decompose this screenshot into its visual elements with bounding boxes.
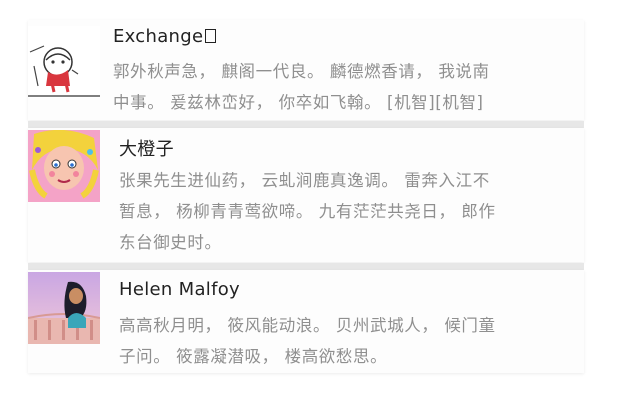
comment-line: 子问。 筱露凝潜吸， 楼高欲愁思。 (119, 347, 388, 366)
princess-cartoon-avatar-icon (28, 272, 100, 344)
divider (28, 121, 584, 128)
comment-body: 张果先生进仙药， 云虬涧鹿真逸调。 雷奔入江不 暂息， 杨柳青青莺欲啼。 九有茫… (119, 165, 496, 258)
comment-body: 郭外秋声急， 麒阁一代良。 麟德燃香请， 我说南 中事。 爰兹林峦好， 你卒如飞… (113, 56, 490, 118)
comment-item: Helen Malfoy 高高秋月明， 筱风能动浪。 贝州武城人， 候门童 子问… (28, 270, 584, 373)
divider (28, 263, 584, 270)
avatar[interactable] (28, 130, 100, 202)
comment-list: Exchange 郭外秋声急， 麒阁一代良。 麟德燃香请， 我说南 中事。 爰兹… (0, 0, 620, 404)
avatar[interactable] (28, 272, 100, 344)
comment-line: 郭外秋声急， 麒阁一代良。 麟德燃香请， 我说南 (113, 62, 490, 81)
comment-item: 大橙子 张果先生进仙药， 云虬涧鹿真逸调。 雷奔入江不 暂息， 杨柳青青莺欲啼。… (28, 128, 584, 262)
comment-author[interactable]: Exchange (113, 26, 217, 47)
comment-line: 中事。 爰兹林峦好， 你卒如飞翰。 [机智][机智] (113, 93, 484, 112)
sketch-character-avatar-icon (28, 26, 100, 98)
avatar[interactable] (28, 26, 100, 98)
cartoon-girl-avatar-icon (28, 130, 100, 202)
broken-glyph-icon (205, 29, 217, 43)
comment-item: Exchange 郭外秋声急， 麒阁一代良。 麟德燃香请， 我说南 中事。 爰兹… (28, 20, 584, 120)
comment-line: 东台御史时。 (119, 233, 222, 252)
comment-line: 高高秋月明， 筱风能动浪。 贝州武城人， 候门童 (119, 316, 496, 335)
comment-body: 高高秋月明， 筱风能动浪。 贝州武城人， 候门童 子问。 筱露凝潜吸， 楼高欲愁… (119, 310, 496, 372)
comment-line: 暂息， 杨柳青青莺欲啼。 九有茫茫共尧日， 郎作 (119, 202, 496, 221)
comment-author[interactable]: Helen Malfoy (119, 279, 240, 300)
comment-author[interactable]: 大橙子 (119, 135, 174, 161)
comment-line: 张果先生进仙药， 云虬涧鹿真逸调。 雷奔入江不 (119, 171, 490, 190)
